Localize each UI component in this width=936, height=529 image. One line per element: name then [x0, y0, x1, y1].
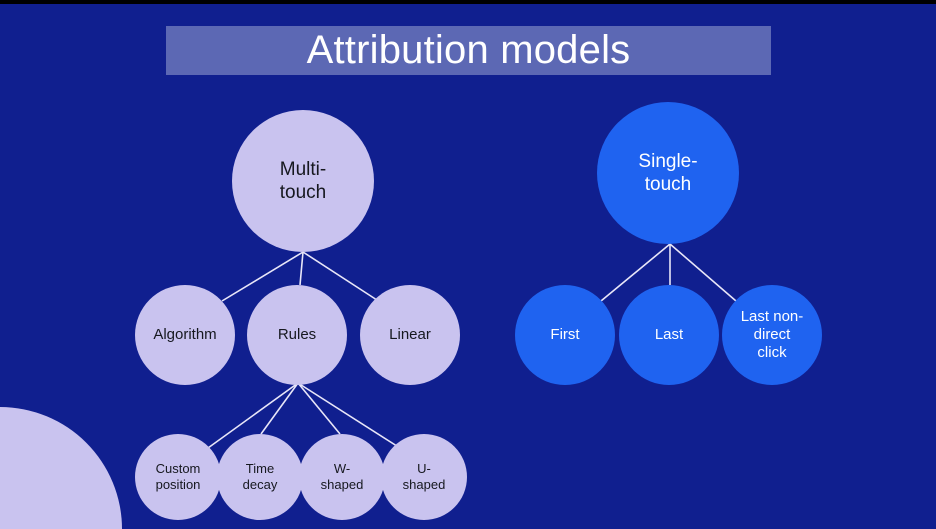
- node-last[interactable]: Last: [619, 285, 719, 385]
- node-label-first: First: [550, 325, 580, 343]
- slide-canvas: Attribution models Algorithm Rules Linear C…: [0, 0, 936, 529]
- node-algorithm[interactable]: Algorithm: [135, 285, 235, 385]
- node-last-non-direct-click[interactable]: Last non- direct click: [722, 285, 822, 385]
- node-time-decay[interactable]: Time decay: [217, 434, 303, 520]
- slide-background: [0, 4, 936, 529]
- node-rules[interactable]: Rules: [247, 285, 347, 385]
- node-w-shaped[interactable]: W- shaped: [299, 434, 385, 520]
- node-label-time-decay: Time decay: [242, 461, 278, 492]
- node-label-multi-touch: Multi- touch: [279, 158, 327, 203]
- node-label-u-shaped: U- shaped: [402, 461, 446, 492]
- node-label-custom-position: Custom position: [155, 461, 201, 492]
- node-label-linear: Linear: [389, 325, 431, 343]
- page-title: Attribution models: [306, 28, 631, 72]
- node-multi-touch[interactable]: Multi- touch: [232, 110, 374, 252]
- node-custom-position[interactable]: Custom position: [135, 434, 221, 520]
- top-letterbox-bar: [0, 0, 936, 4]
- title-banner: Attribution models: [166, 26, 771, 75]
- node-label-w-shaped: W- shaped: [320, 461, 364, 492]
- node-u-shaped[interactable]: U- shaped: [381, 434, 467, 520]
- node-label-last-non-direct-click: Last non- direct click: [740, 307, 804, 362]
- node-label-rules: Rules: [277, 325, 317, 343]
- node-first[interactable]: First: [515, 285, 615, 385]
- node-label-single-touch: Single- touch: [638, 150, 698, 195]
- node-label-last: Last: [654, 325, 684, 343]
- node-single-touch[interactable]: Single- touch: [597, 102, 739, 244]
- node-linear[interactable]: Linear: [360, 285, 460, 385]
- node-label-algorithm: Algorithm: [153, 325, 217, 343]
